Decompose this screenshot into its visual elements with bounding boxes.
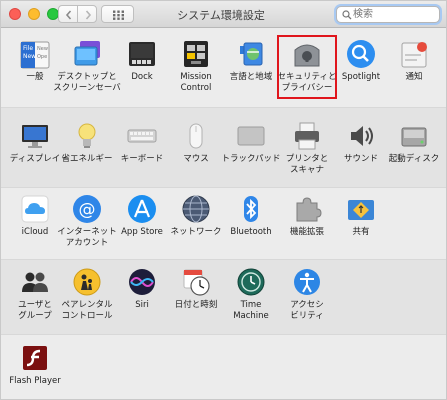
startup-disk-icon <box>398 120 430 152</box>
svg-text:@: @ <box>79 200 96 220</box>
grid-icon <box>113 10 124 20</box>
pref-flash-player[interactable]: Flash Player <box>1 342 69 387</box>
extensions-icon <box>291 193 323 225</box>
general-icon: File New New Ope <box>19 38 51 70</box>
pref-label: 起動ディスク <box>388 154 440 164</box>
section-system: ユーザと グループ ペアレンタル コントロール Siri 日付と時刻 Time … <box>1 260 446 335</box>
accessibility-icon <box>291 266 323 298</box>
forward-button[interactable] <box>77 5 97 23</box>
pref-label: 共有 <box>352 227 370 237</box>
sharing-icon <box>345 193 377 225</box>
internet-accounts-icon: @ <box>71 193 103 225</box>
pref-label: 通知 <box>405 72 423 82</box>
parental-controls-icon <box>71 266 103 298</box>
back-button[interactable] <box>58 5 78 23</box>
flash-player-icon <box>19 342 51 374</box>
desktop-screensaver-icon <box>71 38 103 70</box>
title-bar: システム環境設定 <box>1 1 446 28</box>
pref-label: アクセシ ビリティ <box>290 300 324 321</box>
section-hardware: ディスプレイ 省エネルギー キーボード マウス トラックパッド プリンタと スキ… <box>1 108 446 188</box>
search-icon <box>342 10 352 20</box>
pref-startup-disk[interactable]: 起動ディスク <box>380 120 446 165</box>
mouse-icon <box>180 120 212 152</box>
users-groups-icon <box>19 266 51 298</box>
sound-icon <box>345 120 377 152</box>
bluetooth-icon <box>235 193 267 225</box>
pref-sharing[interactable]: 共有 <box>327 193 395 238</box>
svg-text:New: New <box>37 46 48 52</box>
network-icon <box>180 193 212 225</box>
siri-icon <box>126 266 158 298</box>
search-input[interactable] <box>353 7 435 22</box>
icloud-icon <box>19 193 51 225</box>
section-internet-wireless: iCloud @ インターネット アカウント App Store ネットワーク … <box>1 188 446 260</box>
section-personal: File New New Ope 一般 デスクトップと スクリーンセーバ Doc… <box>1 28 446 108</box>
svg-text:File: File <box>23 45 33 52</box>
window-title: システム環境設定 <box>177 9 265 22</box>
show-all-button[interactable] <box>101 5 134 23</box>
close-button[interactable] <box>9 8 21 20</box>
svg-text:New: New <box>23 53 36 60</box>
printer-icon <box>291 120 323 152</box>
security-highlight-box <box>277 35 337 99</box>
minimize-button[interactable] <box>28 8 40 20</box>
search-field[interactable] <box>336 6 440 23</box>
trackpad-icon <box>235 120 267 152</box>
system-preferences-window: システム環境設定 File New New Ope 一般 <box>0 0 447 400</box>
dock-icon <box>126 38 158 70</box>
date-time-icon <box>180 266 212 298</box>
spotlight-icon <box>345 38 377 70</box>
mission-control-icon <box>180 38 212 70</box>
language-region-icon <box>235 38 267 70</box>
app-store-icon <box>126 193 158 225</box>
notifications-icon <box>398 38 430 70</box>
chevron-left-icon <box>65 10 72 20</box>
section-other: Flash Player <box>1 335 446 399</box>
pref-label: Flash Player <box>9 376 61 386</box>
time-machine-icon <box>235 266 267 298</box>
keyboard-icon <box>126 120 158 152</box>
chevron-right-icon <box>85 10 92 20</box>
pref-notifications[interactable]: 通知 <box>380 38 446 83</box>
pref-accessibility[interactable]: アクセシ ビリティ <box>273 266 341 322</box>
energy-saver-icon <box>71 120 103 152</box>
svg-text:Ope: Ope <box>37 54 47 60</box>
display-icon <box>19 120 51 152</box>
